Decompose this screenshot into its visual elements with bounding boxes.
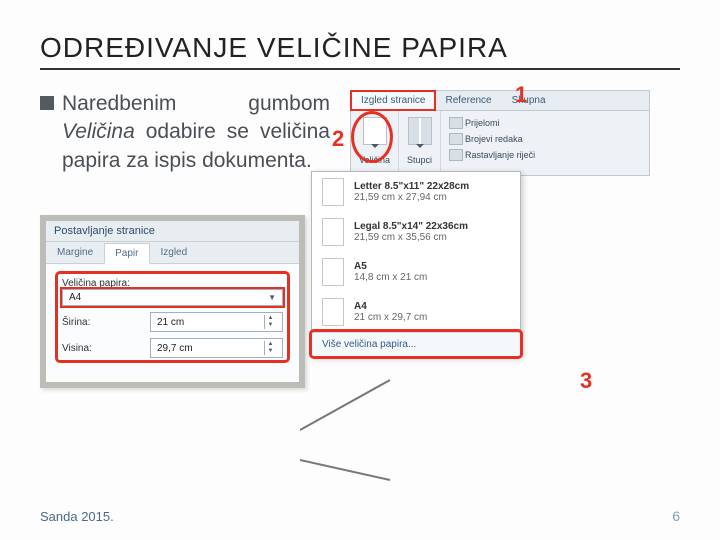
line-numbers-button[interactable]: Brojevi redaka — [449, 133, 523, 145]
dd-name: Letter 8.5"x11" 22x28cm — [354, 181, 469, 192]
dd-name: A5 — [354, 261, 427, 272]
callout-3: 3 — [580, 368, 592, 394]
body-line1: Naredbenim gumbom — [62, 92, 330, 115]
height-spinner[interactable]: ▲▼ — [264, 341, 276, 355]
ribbon-columns-group: Stupci — [399, 111, 441, 175]
paper-size-select[interactable]: A4 ▼ — [62, 289, 283, 306]
paper-size-value: A4 — [69, 292, 81, 303]
page-icon — [322, 218, 344, 246]
page-icon — [322, 298, 344, 326]
dd-dim: 21,59 cm x 35,56 cm — [354, 232, 447, 243]
ribbon: Izgled stranice Reference Skupna Veličin… — [350, 90, 650, 176]
dd-dim: 21,59 cm x 27,94 cm — [354, 192, 447, 203]
dialog-tabs: Margine Papir Izgled — [46, 242, 299, 263]
callout-2: 2 — [332, 126, 344, 152]
dropdown-item-a5[interactable]: A514,8 cm x 21 cm — [312, 252, 520, 292]
height-label: Visina: — [62, 343, 142, 354]
hyphenation-button[interactable]: Rastavljanje riječi — [449, 149, 535, 161]
width-spinner[interactable]: ▲▼ — [264, 315, 276, 329]
tab-layout[interactable]: Izgled — [150, 242, 199, 263]
body-emphasis: Veličina — [62, 120, 135, 143]
ribbon-tab-group[interactable]: Skupna — [502, 91, 556, 110]
ribbon-breaks-group: Prijelomi Brojevi redaka Rastavljanje ri… — [441, 111, 543, 175]
slide-title: ODREĐIVANJE VELIČINE PAPIRA — [40, 32, 680, 70]
ribbon-tab-references[interactable]: Reference — [435, 91, 501, 110]
callout-1: 1 — [515, 82, 527, 108]
height-value: 29,7 cm — [157, 343, 193, 354]
dropdown-item-legal[interactable]: Legal 8.5"x14" 22x36cm21,59 cm x 35,56 c… — [312, 212, 520, 252]
ribbon-tab-page-layout[interactable]: Izgled stranice — [351, 91, 435, 110]
tab-margins[interactable]: Margine — [46, 242, 104, 263]
dd-dim: 14,8 cm x 21 cm — [354, 272, 427, 283]
tab-paper[interactable]: Papir — [104, 243, 149, 264]
columns-label: Stupci — [407, 155, 432, 165]
chevron-down-icon: ▼ — [268, 293, 276, 302]
height-input[interactable]: 29,7 cm ▲▼ — [150, 338, 283, 358]
hyphenation-icon — [449, 149, 463, 161]
breaks-label: Prijelomi — [465, 118, 500, 128]
dd-dim: 21 cm x 29,7 cm — [354, 312, 427, 323]
dd-name: A4 — [354, 301, 427, 312]
columns-button[interactable] — [408, 117, 432, 145]
width-input[interactable]: 21 cm ▲▼ — [150, 312, 283, 332]
paper-size-label: Veličina papira: — [62, 278, 142, 289]
page-icon — [322, 178, 344, 206]
line-numbers-icon — [449, 133, 463, 145]
dropdown-more-sizes[interactable]: Više veličina papira... — [312, 332, 520, 356]
dd-name: Legal 8.5"x14" 22x36cm — [354, 221, 468, 232]
size-dropdown: Letter 8.5"x11" 22x28cm21,59 cm x 27,94 … — [311, 171, 521, 357]
callout-circle-2 — [351, 111, 393, 163]
footer-page-number: 6 — [672, 508, 680, 524]
body-paragraph: Naredbenim gumbom Veličina odabire se ve… — [62, 90, 330, 175]
dialog-title: Postavljanje stranice — [46, 221, 299, 242]
breaks-icon — [449, 117, 463, 129]
ribbon-size-group: Veličina Letter 8.5"x11" 22x28cm21,59 cm… — [351, 111, 399, 175]
page-setup-dialog: Postavljanje stranice Margine Papir Izgl… — [40, 215, 305, 388]
dropdown-item-letter[interactable]: Letter 8.5"x11" 22x28cm21,59 cm x 27,94 … — [312, 172, 520, 212]
footer-author: Sanda 2015. — [40, 509, 114, 524]
width-value: 21 cm — [157, 317, 184, 328]
hyphenation-label: Rastavljanje riječi — [465, 150, 535, 160]
breaks-button[interactable]: Prijelomi — [449, 117, 500, 129]
dropdown-item-a4[interactable]: A421 cm x 29,7 cm — [312, 292, 520, 332]
line-numbers-label: Brojevi redaka — [465, 134, 523, 144]
page-icon — [322, 258, 344, 286]
bullet-icon — [40, 96, 54, 110]
width-label: Širina: — [62, 317, 142, 328]
